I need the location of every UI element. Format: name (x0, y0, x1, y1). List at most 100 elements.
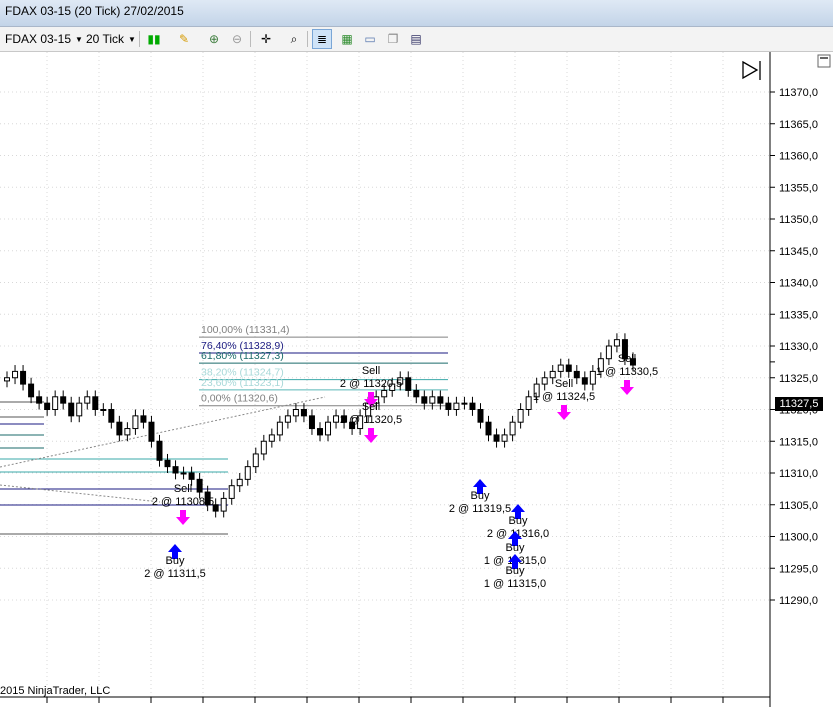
candle-body (268, 434, 275, 442)
candle-body (517, 409, 524, 423)
close-panel-icon[interactable] (817, 54, 831, 68)
candle-body (276, 421, 283, 436)
copyright-text: 2015 NinjaTrader, LLC (0, 685, 110, 697)
candle-body (493, 434, 500, 442)
price-tick-label: 11325,0 (779, 373, 818, 385)
trade-side-label: Buy (506, 565, 525, 577)
price-tick-label: 11345,0 (779, 246, 818, 258)
candle-body (333, 415, 340, 423)
fib-level-label: 61,80% (11327,3) (201, 350, 284, 362)
candle-body (308, 415, 315, 430)
fib-level-label: 0,00% (11320,6) (201, 393, 278, 405)
candle-body (573, 370, 580, 379)
search-icon[interactable]: ⌕ (284, 29, 304, 49)
toolbar-divider (250, 31, 251, 47)
trade-side-label: Buy (506, 542, 525, 554)
candle-body (284, 415, 291, 423)
chevron-down-icon: ▼ (75, 34, 83, 44)
trade-side-label: Buy (471, 490, 490, 502)
candle-body (405, 377, 412, 391)
price-tick-label: 11335,0 (779, 309, 818, 321)
candle-body (4, 377, 11, 382)
candle-body (92, 396, 99, 410)
chevron-down-icon: ▼ (128, 34, 136, 44)
candle-body (108, 409, 115, 423)
fib-level-label: 100,00% (11331,4) (201, 324, 290, 336)
candle-body (421, 396, 428, 404)
chart-toolbar: FDAX 03-15 ▼ 20 Tick ▼ ▮▮ ✎ ⊕ ⊖ ✛ ⌕ ≣ ▦ ▭ … (0, 27, 833, 52)
candle-body (236, 478, 243, 487)
candle-body (124, 428, 131, 436)
zoom-in-icon[interactable]: ⊕ (204, 29, 224, 49)
price-tick-label: 11355,0 (779, 182, 818, 194)
candle-body (164, 459, 171, 468)
candle-body (156, 440, 163, 461)
data-box-icon[interactable]: ▭ (360, 29, 380, 49)
candle-body (613, 339, 620, 347)
candle-body (541, 377, 548, 385)
candle-body (148, 421, 155, 442)
interval-label: 20 Tick (86, 32, 125, 46)
price-tick-label: 11350,0 (779, 214, 818, 226)
trade-price-label: 2 @ 11319,5 (449, 503, 511, 515)
fib-level-label: 23,60% (11323,1) (201, 377, 284, 389)
price-tick-label: 11370,0 (779, 87, 818, 99)
price-axis[interactable]: 11370,0 11365,0 11360,0 11355,0 11350,0 11345… (770, 87, 818, 607)
bar-type-icon[interactable]: ▮▮ (144, 29, 164, 49)
candle-body (485, 421, 492, 436)
price-tick-label: 11305,0 (779, 500, 818, 512)
candle-body (316, 428, 323, 436)
last-price-tag: 11327,5 (775, 397, 823, 411)
candle-body (180, 472, 187, 475)
candle-body (453, 402, 460, 410)
candle-body (252, 453, 259, 468)
candle-body (228, 485, 235, 499)
trade-price-label: 2 @ 11320,5 (340, 414, 402, 426)
price-tick-label: 11295,0 (779, 563, 818, 575)
interval-selector[interactable]: 20 Tick ▼ (86, 29, 136, 49)
candle-body (116, 421, 123, 436)
candle-body (557, 364, 564, 372)
trade-price-label: 2 @ 11311,5 (144, 568, 206, 580)
window-title-bar[interactable]: FDAX 03-15 (20 Tick) 27/02/2015 (0, 0, 833, 27)
candle-body (100, 409, 107, 411)
candle-body (84, 396, 91, 404)
candle-body (429, 396, 436, 404)
instrument-list-icon[interactable]: ▤ (406, 29, 426, 49)
candle-body (300, 409, 307, 417)
candle-body (565, 364, 572, 372)
candle-body (589, 370, 596, 385)
pencil-draw-icon[interactable]: ✎ (174, 29, 194, 49)
zoom-out-icon[interactable]: ⊖ (227, 29, 247, 49)
candle-body (12, 370, 19, 379)
price-tick-label: 11310,0 (779, 468, 818, 480)
candle-body (140, 415, 147, 423)
candle-body (220, 497, 227, 512)
crosshair-icon[interactable]: ✛ (256, 29, 276, 49)
chart-properties-icon[interactable]: ≣ (312, 29, 332, 49)
candle-body (292, 409, 299, 417)
price-tick-label: 11300,0 (779, 532, 818, 544)
candle-body (68, 402, 75, 417)
copy-icon[interactable]: ❐ (383, 29, 403, 49)
candle-body (244, 466, 251, 480)
candle-body (605, 345, 612, 360)
candle-body (461, 402, 468, 405)
candle-body (437, 396, 444, 404)
candle-body (325, 421, 332, 436)
candle-body (36, 396, 43, 404)
instrument-label: FDAX 03-15 (5, 32, 72, 46)
instrument-selector[interactable]: FDAX 03-15 ▼ (5, 29, 83, 49)
candle-body (44, 402, 51, 410)
candle-body (509, 421, 516, 436)
candle-body (20, 370, 27, 385)
trade-side-label: Sell (618, 353, 636, 365)
candlestick-icon[interactable]: ▦ (337, 29, 357, 49)
trade-price-label: 2 @ 11308,5 (152, 496, 214, 508)
candle-body (28, 383, 35, 398)
price-tick-label: 11360,0 (779, 151, 818, 163)
price-chart[interactable]: 100,00% (11331,4)76,40% (11328,9)61,80% … (0, 52, 833, 707)
price-tick-label: 11340,0 (779, 278, 818, 290)
time-axis (46, 697, 724, 703)
trade-price-label: 2 @ 11320,5 (340, 378, 402, 390)
